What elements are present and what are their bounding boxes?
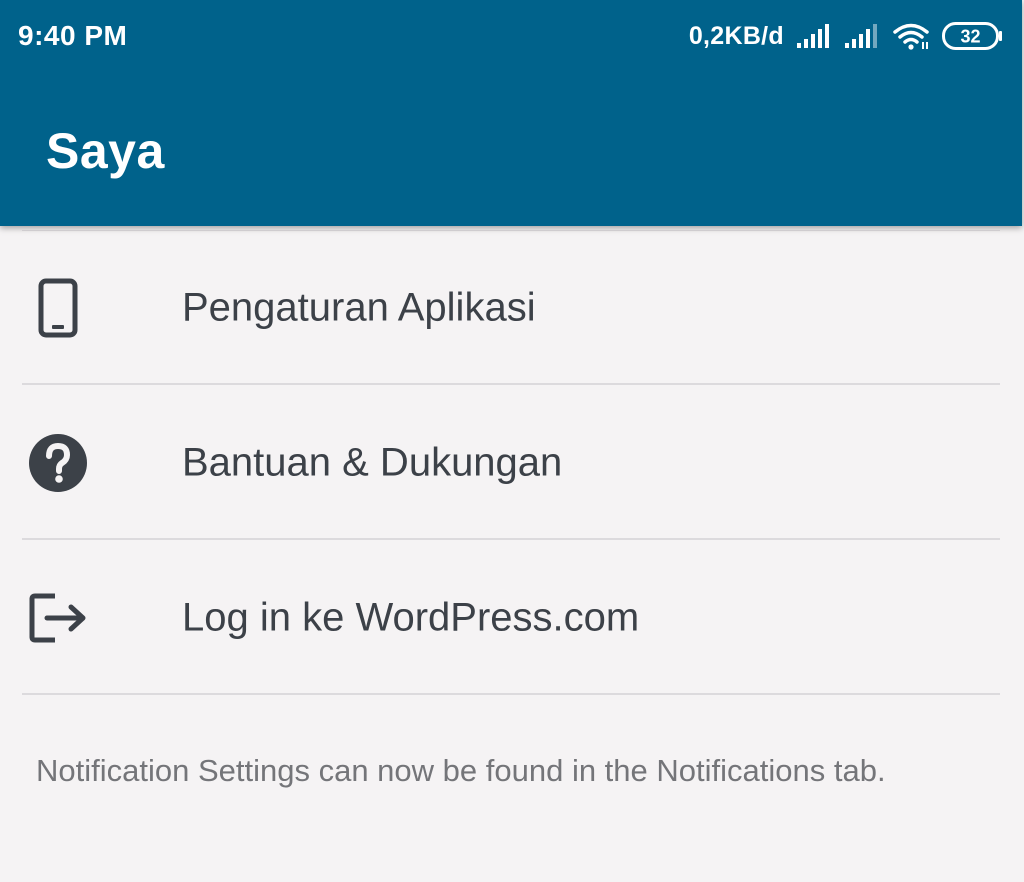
menu-item-label: Pengaturan Aplikasi [182,285,536,329]
menu-item-help-support[interactable]: Bantuan & Dukungan [0,385,1022,540]
notification-settings-notice: Notification Settings can now be found i… [36,753,886,788]
page-title: Saya [46,123,165,179]
menu-item-label: Log in ke WordPress.com [182,595,640,639]
network-speed: 0,2KB/d [688,21,784,50]
menu-item-app-settings[interactable]: Pengaturan Aplikasi [0,230,1022,385]
battery-level: 32 [960,27,980,47]
menu-item-login[interactable]: Log in ke WordPress.com [0,540,1022,695]
menu-divider [22,693,1000,695]
battery-icon: 32 [942,21,1004,51]
menu-list: Pengaturan Aplikasi Bantuan & Dukungan L… [0,230,1022,695]
signal-icon-secondary [844,23,880,49]
menu-item-label: Bantuan & Dukungan [182,440,563,484]
status-time: 9:40 PM [18,20,128,51]
app-screen: 9:40 PM 0,2KB/d 32 Saya Pengaturan Aplik… [0,0,1024,882]
wifi-icon [892,21,930,51]
signal-icon [796,23,832,49]
status-bar: 9:40 PM 0,2KB/d 32 [0,0,1022,72]
phone-icon [26,276,90,340]
help-icon [26,431,90,495]
app-bar: 9:40 PM 0,2KB/d 32 Saya [0,0,1022,226]
status-right-group: 0,2KB/d 32 [689,18,1004,54]
login-icon [26,586,90,650]
